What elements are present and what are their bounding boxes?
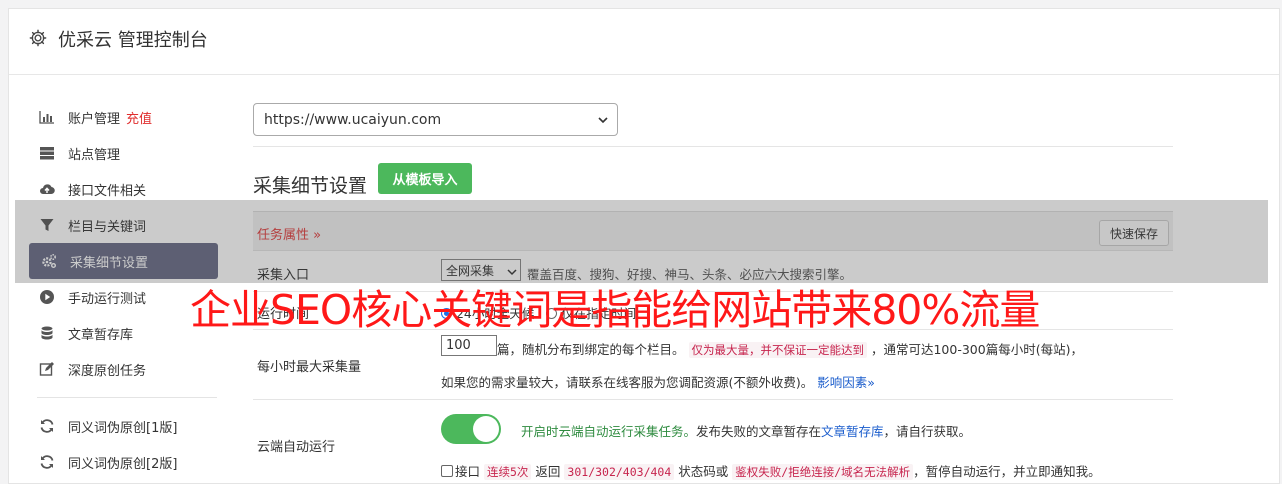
sidebar-item-label: 同义词伪原创[2版]: [68, 456, 178, 472]
cloud-pause-rule: 接口 连续5次 返回 301/302/403/404 状态码或 鉴权失败/拒绝连…: [441, 461, 1101, 480]
edit-icon: [39, 361, 55, 377]
row-max-per-hour: 每小时最大采集量 100 篇，随机分布到绑定的每个栏目。 仅为最大量，并不保证一…: [253, 330, 1173, 400]
cloud-code: 连续5次: [484, 464, 532, 480]
sidebar-item-deep-original[interactable]: 深度原创任务: [27, 351, 237, 387]
sidebar-item-sites[interactable]: 站点管理: [27, 135, 237, 171]
cloud-code: 鉴权失败/拒绝连接/域名无法解析: [732, 464, 914, 480]
bar-chart-icon: [39, 109, 55, 125]
console-header: 优采云 管理控制台: [9, 9, 1279, 75]
toggle-knob: [473, 416, 499, 442]
sidebar-item-label: 文章暂存库: [68, 327, 134, 343]
refresh-icon: [39, 418, 55, 434]
overlay-caption: 企业SEO核心关键词是指能给网站带来80%流量: [190, 286, 1040, 334]
cloud-upload-icon: [39, 181, 55, 197]
max-per-hour-line1: 篇，随机分布到绑定的每个栏目。 仅为最大量，并不保证一定能达到 ，通常可达100…: [497, 339, 1083, 358]
row-label: 每小时最大采集量: [257, 360, 362, 375]
site-select[interactable]: https://www.ucaiyun.com: [253, 103, 618, 136]
max-per-hour-line2: 如果您的需求量较大，请联系在线客服为您调配资源(不额外收费)。 影响因素»: [441, 372, 875, 391]
sidebar-item-label: 同义词伪原创[1版]: [68, 420, 178, 436]
max-per-hour-input[interactable]: 100: [441, 335, 497, 356]
sidebar-item-label: 账户管理: [68, 111, 121, 127]
site-select-value: https://www.ucaiyun.com: [264, 111, 442, 128]
row-label: 云端自动运行: [257, 440, 336, 455]
chevron-down-icon: [597, 114, 609, 126]
page-title: 优采云 管理控制台: [58, 30, 208, 51]
sidebar-divider: [37, 397, 217, 398]
sidebar-item-label: 手动运行测试: [68, 291, 147, 307]
cloud-text: ，请自行获取。: [883, 424, 972, 439]
cloud-text: 返回: [535, 464, 561, 479]
pause-checkbox[interactable]: [441, 465, 453, 477]
gear-icon: [29, 29, 47, 47]
sidebar-item-synonym-v2[interactable]: 同义词伪原创[2版]: [27, 444, 237, 480]
max-per-hour-text: 篇，随机分布到绑定的每个栏目。: [497, 342, 685, 357]
cloud-code: 301/302/403/404: [564, 464, 675, 480]
cloud-text: ，暂停自动运行，并立即通知我。: [913, 464, 1101, 479]
row-cloud-auto-run: 云端自动运行 开启时云端自动运行采集任务。发布失败的文章暂存在文章暂存库，请自行…: [253, 400, 1173, 484]
database-icon: [39, 325, 55, 341]
sidebar-item-label: 深度原创任务: [68, 363, 147, 379]
factors-link[interactable]: 影响因素»: [817, 375, 875, 390]
cloud-text: 接口: [455, 464, 481, 479]
section-title: 采集细节设置: [253, 175, 368, 197]
max-per-hour-note: 仅为最大量，并不保证一定能达到: [688, 342, 867, 358]
cloud-auto-run-toggle[interactable]: [441, 414, 501, 444]
divider: [253, 146, 1173, 147]
sidebar-item-label: 接口文件相关: [68, 183, 147, 199]
cloud-text: 发布失败的文章暂存在: [696, 424, 822, 439]
sidebar-item-account[interactable]: 账户管理 充值: [27, 99, 237, 135]
server-icon: [39, 145, 55, 161]
cloud-desc: 开启时云端自动运行采集任务。发布失败的文章暂存在文章暂存库，请自行获取。: [521, 421, 971, 440]
max-per-hour-text: ，通常可达100-300篇每小时(每站)，: [870, 342, 1083, 357]
refresh-icon: [39, 454, 55, 470]
cloud-text: 状态码或: [678, 464, 729, 479]
overlay-band: [15, 200, 1268, 283]
play-circle-icon: [39, 289, 55, 305]
article-store-link[interactable]: 文章暂存库: [821, 424, 884, 439]
import-template-button[interactable]: 从模板导入: [378, 163, 472, 194]
max-per-hour-text: 如果您的需求量较大，请联系在线客服为您调配资源(不额外收费)。: [441, 375, 814, 390]
sidebar-item-label: 站点管理: [68, 147, 121, 163]
sidebar-item-synonym-v1[interactable]: 同义词伪原创[1版]: [27, 408, 237, 444]
recharge-link[interactable]: 充值: [126, 108, 152, 127]
cloud-toggle-text: 开启时云端自动运行采集任务。: [521, 424, 697, 439]
